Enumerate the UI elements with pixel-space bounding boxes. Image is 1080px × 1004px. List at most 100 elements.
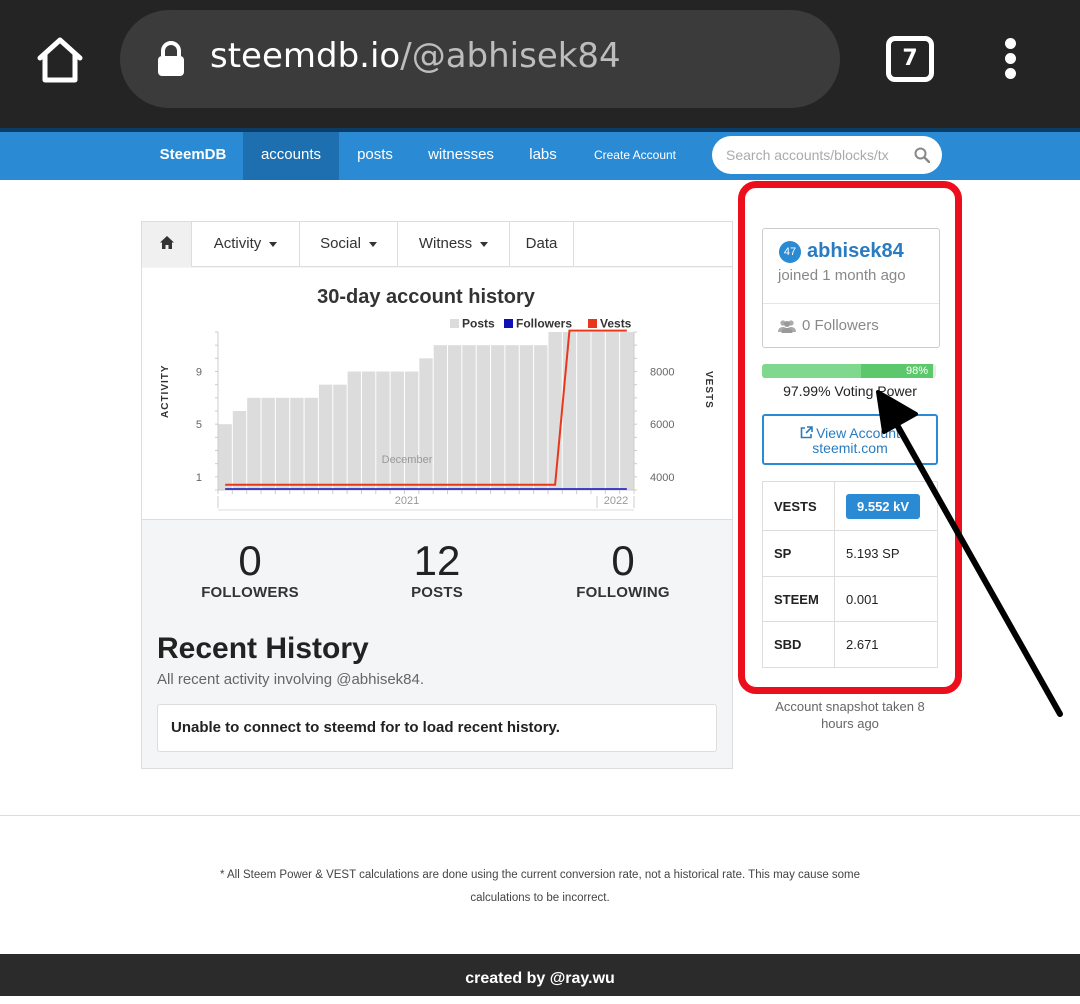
y2-tick-label: 4000 (650, 472, 674, 484)
y-tick-label: 9 (196, 367, 202, 379)
legend-label: Posts (462, 317, 495, 331)
tab-witness-label: Witness (418, 235, 473, 252)
balance-key: SP (762, 530, 835, 577)
home-icon (159, 236, 174, 249)
y2-tick-label: 6000 (650, 419, 674, 431)
legend-swatch (588, 319, 597, 328)
x-month-label: December (382, 454, 433, 466)
account-panel: Activity Social Witness Data 30-day acco… (141, 221, 733, 769)
chart-svg: 30-day account history Posts Followers Ves… (160, 286, 714, 511)
nav-item-witnesses[interactable]: witnesses (411, 132, 511, 180)
external-link-icon (800, 426, 813, 439)
posts-bar (419, 358, 433, 490)
chart-ylabel: ACTIVITY (160, 364, 171, 418)
legend-swatch (504, 319, 513, 328)
posts-bar (462, 345, 476, 490)
recent-history-error: Unable to connect to steemd for to load … (157, 704, 717, 752)
x-year-label: 2021 (395, 495, 419, 507)
posts-bar (577, 332, 591, 490)
balance-key: VESTS (762, 481, 835, 531)
home-icon[interactable] (34, 34, 86, 86)
followers-summary-text: 0 Followers (802, 317, 879, 334)
balance-key: STEEM (762, 576, 835, 622)
users-icon (778, 320, 796, 333)
posts-bar (218, 424, 232, 490)
tab-witness[interactable]: Witness (398, 222, 510, 267)
x-year-label: 2022 (604, 495, 628, 507)
profile-card: 47 abhisek84 joined 1 month ago 0 Follow… (762, 228, 940, 348)
recent-history-title: Recent History (157, 632, 369, 665)
chevron-down-icon (480, 241, 489, 247)
voting-power-bar: 98% (762, 364, 936, 378)
posts-bar (304, 397, 318, 490)
posts-bar (261, 397, 275, 490)
tab-switcher-button[interactable]: 7 (886, 36, 934, 82)
chevron-down-icon (368, 241, 377, 247)
account-tabs: Activity Social Witness Data (142, 222, 732, 267)
followers-count: 0 (238, 537, 262, 584)
posts-bar (605, 332, 620, 490)
tab-data[interactable]: Data (510, 222, 574, 267)
nav-item-labs[interactable]: labs (513, 132, 573, 180)
followers-summary: 0 Followers (778, 317, 879, 334)
posts-bar (290, 397, 304, 490)
legend-label: Vests (600, 317, 632, 331)
nav-item-accounts[interactable]: accounts (243, 132, 339, 180)
tab-activity-label: Activity (213, 235, 262, 252)
joined-date: joined 1 month ago (778, 267, 906, 284)
address-bar[interactable]: steemdb.io/@abhisek84 (120, 10, 840, 108)
recent-history-subtitle: All recent activity involving @abhisek84… (157, 671, 425, 688)
tab-social[interactable]: Social (300, 222, 398, 267)
url-domain: steemdb.io (210, 36, 401, 76)
url-path: /@abhisek84 (400, 36, 621, 76)
legend-label: Followers (516, 317, 572, 331)
posts-bar (505, 345, 519, 490)
posts-bar (247, 397, 261, 490)
lock-icon (158, 41, 184, 76)
followers-label: FOLLOWERS (201, 584, 299, 601)
account-history-chart: 30-day account history Posts Followers Ves… (142, 268, 732, 520)
following-count: 0 (611, 537, 635, 584)
posts-bar (275, 397, 290, 490)
posts-bar (232, 411, 247, 490)
posts-bar (534, 345, 548, 490)
chart-y2label: VESTS (703, 371, 714, 409)
posts-stat: 12 POSTS (367, 538, 507, 602)
overflow-menu-icon[interactable] (998, 38, 1022, 82)
following-stat: 0 FOLLOWING (553, 537, 693, 602)
search-box (712, 136, 942, 174)
nav-brand-link[interactable]: SteemDB (143, 132, 243, 180)
browser-toolbar: steemdb.io/@abhisek84 7 (0, 0, 1080, 128)
tab-activity[interactable]: Activity (192, 222, 300, 267)
search-input[interactable] (726, 145, 904, 165)
posts-bar (318, 384, 333, 490)
search-icon[interactable] (914, 147, 930, 163)
footer-divider (0, 815, 1080, 816)
posts-bar (333, 384, 347, 490)
chevron-down-icon (269, 241, 278, 247)
following-label: FOLLOWING (576, 584, 670, 601)
posts-bar (376, 371, 390, 490)
chart-legend: Posts Followers Vests (450, 317, 632, 331)
nav-item-create-account[interactable]: Create Account (577, 132, 693, 180)
chart-title: 30-day account history (317, 286, 536, 308)
posts-label: POSTS (411, 584, 463, 601)
tab-social-label: Social (320, 235, 361, 252)
username-link[interactable]: abhisek84 (807, 240, 904, 263)
nav-item-posts[interactable]: posts (339, 132, 411, 180)
legend-swatch (450, 319, 459, 328)
posts-bar (476, 345, 491, 490)
footer-credit: created by @ray.wu (0, 954, 1080, 996)
balance-key: SBD (762, 621, 835, 668)
posts-bar (433, 345, 448, 490)
posts-bar (404, 371, 419, 490)
tab-home[interactable] (142, 222, 192, 267)
posts-bar (448, 345, 462, 490)
posts-bar (390, 371, 404, 490)
url-text: steemdb.io/@abhisek84 (210, 36, 621, 76)
y2-tick-label: 8000 (650, 367, 674, 379)
posts-bar (519, 345, 534, 490)
posts-bar (347, 371, 361, 490)
chart-bars (218, 332, 634, 490)
voting-power-fill (762, 364, 861, 378)
